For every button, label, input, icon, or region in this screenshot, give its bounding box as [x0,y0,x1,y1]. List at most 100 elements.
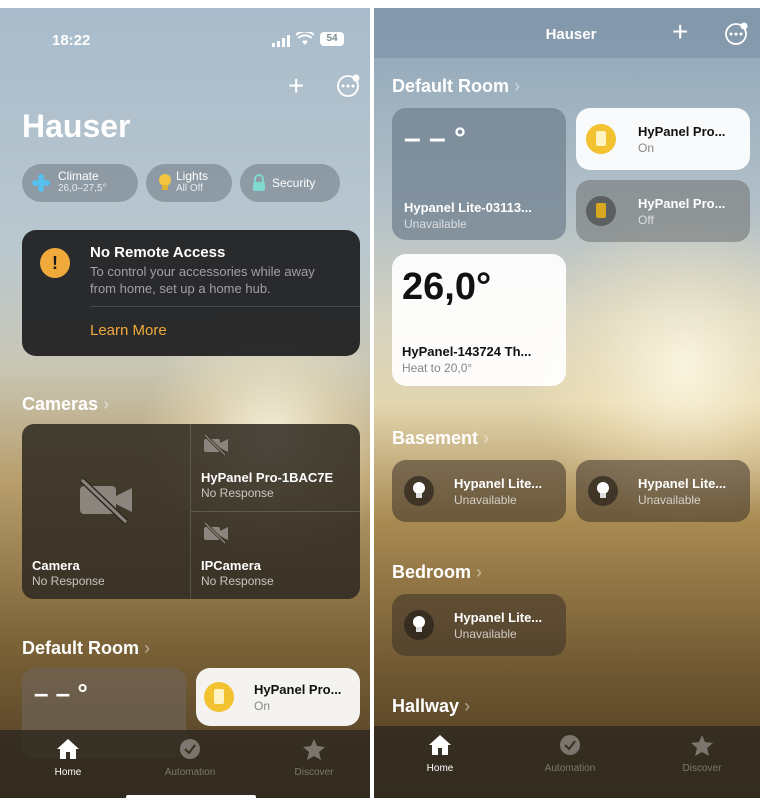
tab-bar: Home Automation Discover [0,730,370,798]
hypanel-camera-tile[interactable]: HyPanel Pro-1BAC7E No Response [191,424,360,511]
tab-bar: Home Automation Discover [374,726,760,798]
tab-label: Home [54,767,82,778]
clock-check-icon [180,739,200,759]
chevron-right-icon: › [144,638,151,658]
signal-icon [272,34,292,52]
no-remote-access-card: ! No Remote Access To control your acces… [22,230,360,356]
star-icon [303,739,325,760]
section-label: Bedroom [392,562,472,582]
tab-label: Automation [544,763,596,774]
wifi-icon [295,30,315,51]
bulb-icon [588,476,618,506]
tile-status: Heat to 20,0° [402,361,473,375]
camera-off-icon [203,434,228,456]
tab-label: Home [426,763,454,774]
camera-status: No Response [201,486,274,500]
camera-status: No Response [32,574,105,588]
notice-divider [90,306,360,307]
tab-home[interactable]: Home [28,738,108,778]
notice-text-1: To control your accessories while away [90,264,315,279]
lights-label: Lights [176,169,209,183]
tile-name: HyPanel Pro... [638,124,726,139]
more-icon[interactable] [724,22,748,51]
bedroom-section-header[interactable]: Bedroom › [392,562,482,583]
basement-section-header[interactable]: Basement › [392,428,489,449]
fan-icon [32,174,50,192]
bulb-icon [404,476,434,506]
header-title: Hauser [545,26,597,43]
climate-pill[interactable]: Climate 26,0–27,5° [22,164,138,202]
chevron-right-icon: › [103,394,110,414]
tile-name: HyPanel Pro... [638,196,726,211]
thermostat-tile[interactable]: – – ° Hypanel Lite-03113... Unavailable [392,108,566,240]
tile-name: HyPanel-143724 Th... [402,344,532,359]
house-icon [57,739,79,759]
hypanel-pro-on-tile[interactable]: HyPanel Pro... On [576,108,750,170]
cameras-section-header[interactable]: Cameras › [22,394,109,415]
chevron-right-icon: › [514,76,521,96]
tab-label: Discover [294,767,334,778]
tile-status: On [254,699,271,713]
camera-name: HyPanel Pro-1BAC7E [201,470,334,485]
tab-discover[interactable]: Discover [662,734,742,774]
notice-text-2: from home, set up a home hub. [90,281,271,296]
tile-status: Unavailable [638,493,701,507]
tile-name: Hypanel Lite-03113... [404,200,532,215]
tile-name: Hypanel Lite... [638,476,727,491]
chevron-right-icon: › [464,696,471,716]
tab-home[interactable]: Home [400,734,480,774]
hypanel-pro-off-tile[interactable]: HyPanel Pro... Off [576,180,750,242]
notice-title: No Remote Access [90,244,226,261]
star-icon [691,735,713,756]
basement-light-tile-1[interactable]: Hypanel Lite... Unavailable [392,460,566,522]
status-time: 18:22 [52,32,91,49]
climate-label: Climate [58,169,99,183]
left-screen: 18:22 54 + Hauser Climate 26,0–27,5° Lig… [0,8,370,798]
camera-name: IPCamera [201,558,261,573]
hallway-section-header[interactable]: Hallway › [392,696,470,717]
basement-light-tile-2[interactable]: Hypanel Lite... Unavailable [576,460,750,522]
tile-status: On [638,141,655,155]
lights-pill[interactable]: Lights All Off [146,164,232,202]
tab-discover[interactable]: Discover [274,738,354,778]
lights-sub: All Off [176,183,204,194]
tile-status: Unavailable [404,217,467,231]
temperature-value: – – ° [404,122,467,155]
tile-status: Unavailable [454,627,517,641]
chevron-right-icon: › [476,562,483,582]
default-room-section-header[interactable]: Default Room › [22,638,150,659]
bedroom-light-tile[interactable]: Hypanel Lite... Unavailable [392,594,566,656]
hypanel-pro-tile[interactable]: HyPanel Pro... On [196,668,360,726]
ipcamera-tile[interactable]: IPCamera No Response [191,512,360,599]
right-screen: Hauser + Default Room › – – ° Hypanel Li… [374,8,760,798]
default-room-label: Default Room [22,638,139,658]
learn-more-link[interactable]: Learn More [90,322,167,339]
panel-icon [204,682,234,712]
tile-name: HyPanel Pro... [254,682,342,697]
camera-name: Camera [32,558,80,573]
cameras-section-label: Cameras [22,394,99,414]
chevron-right-icon: › [483,428,490,448]
home-indicator [126,795,256,798]
warning-icon: ! [40,248,70,278]
camera-tile[interactable]: Camera No Response [22,424,190,599]
security-pill[interactable]: Security [240,164,340,202]
bulb-icon [404,610,434,640]
tile-name: Hypanel Lite... [454,476,543,491]
tab-label: Discover [682,763,722,774]
section-label: Default Room [392,76,509,96]
default-room-section-header[interactable]: Default Room › [392,76,520,97]
hypanel-thermostat-tile[interactable]: 26,0° HyPanel-143724 Th... Heat to 20,0° [392,254,566,386]
tile-name: Hypanel Lite... [454,610,543,625]
battery-indicator: 54 [320,32,344,46]
camera-off-icon [79,477,132,524]
climate-sub: 26,0–27,5° [58,183,107,194]
tab-automation[interactable]: Automation [150,738,230,778]
tab-label: Automation [164,767,216,778]
tab-automation[interactable]: Automation [530,734,610,774]
more-icon[interactable] [336,74,360,103]
add-icon[interactable]: + [288,72,304,100]
section-label: Hallway [392,696,460,716]
tile-status: Unavailable [454,493,517,507]
add-icon[interactable]: + [672,18,688,46]
